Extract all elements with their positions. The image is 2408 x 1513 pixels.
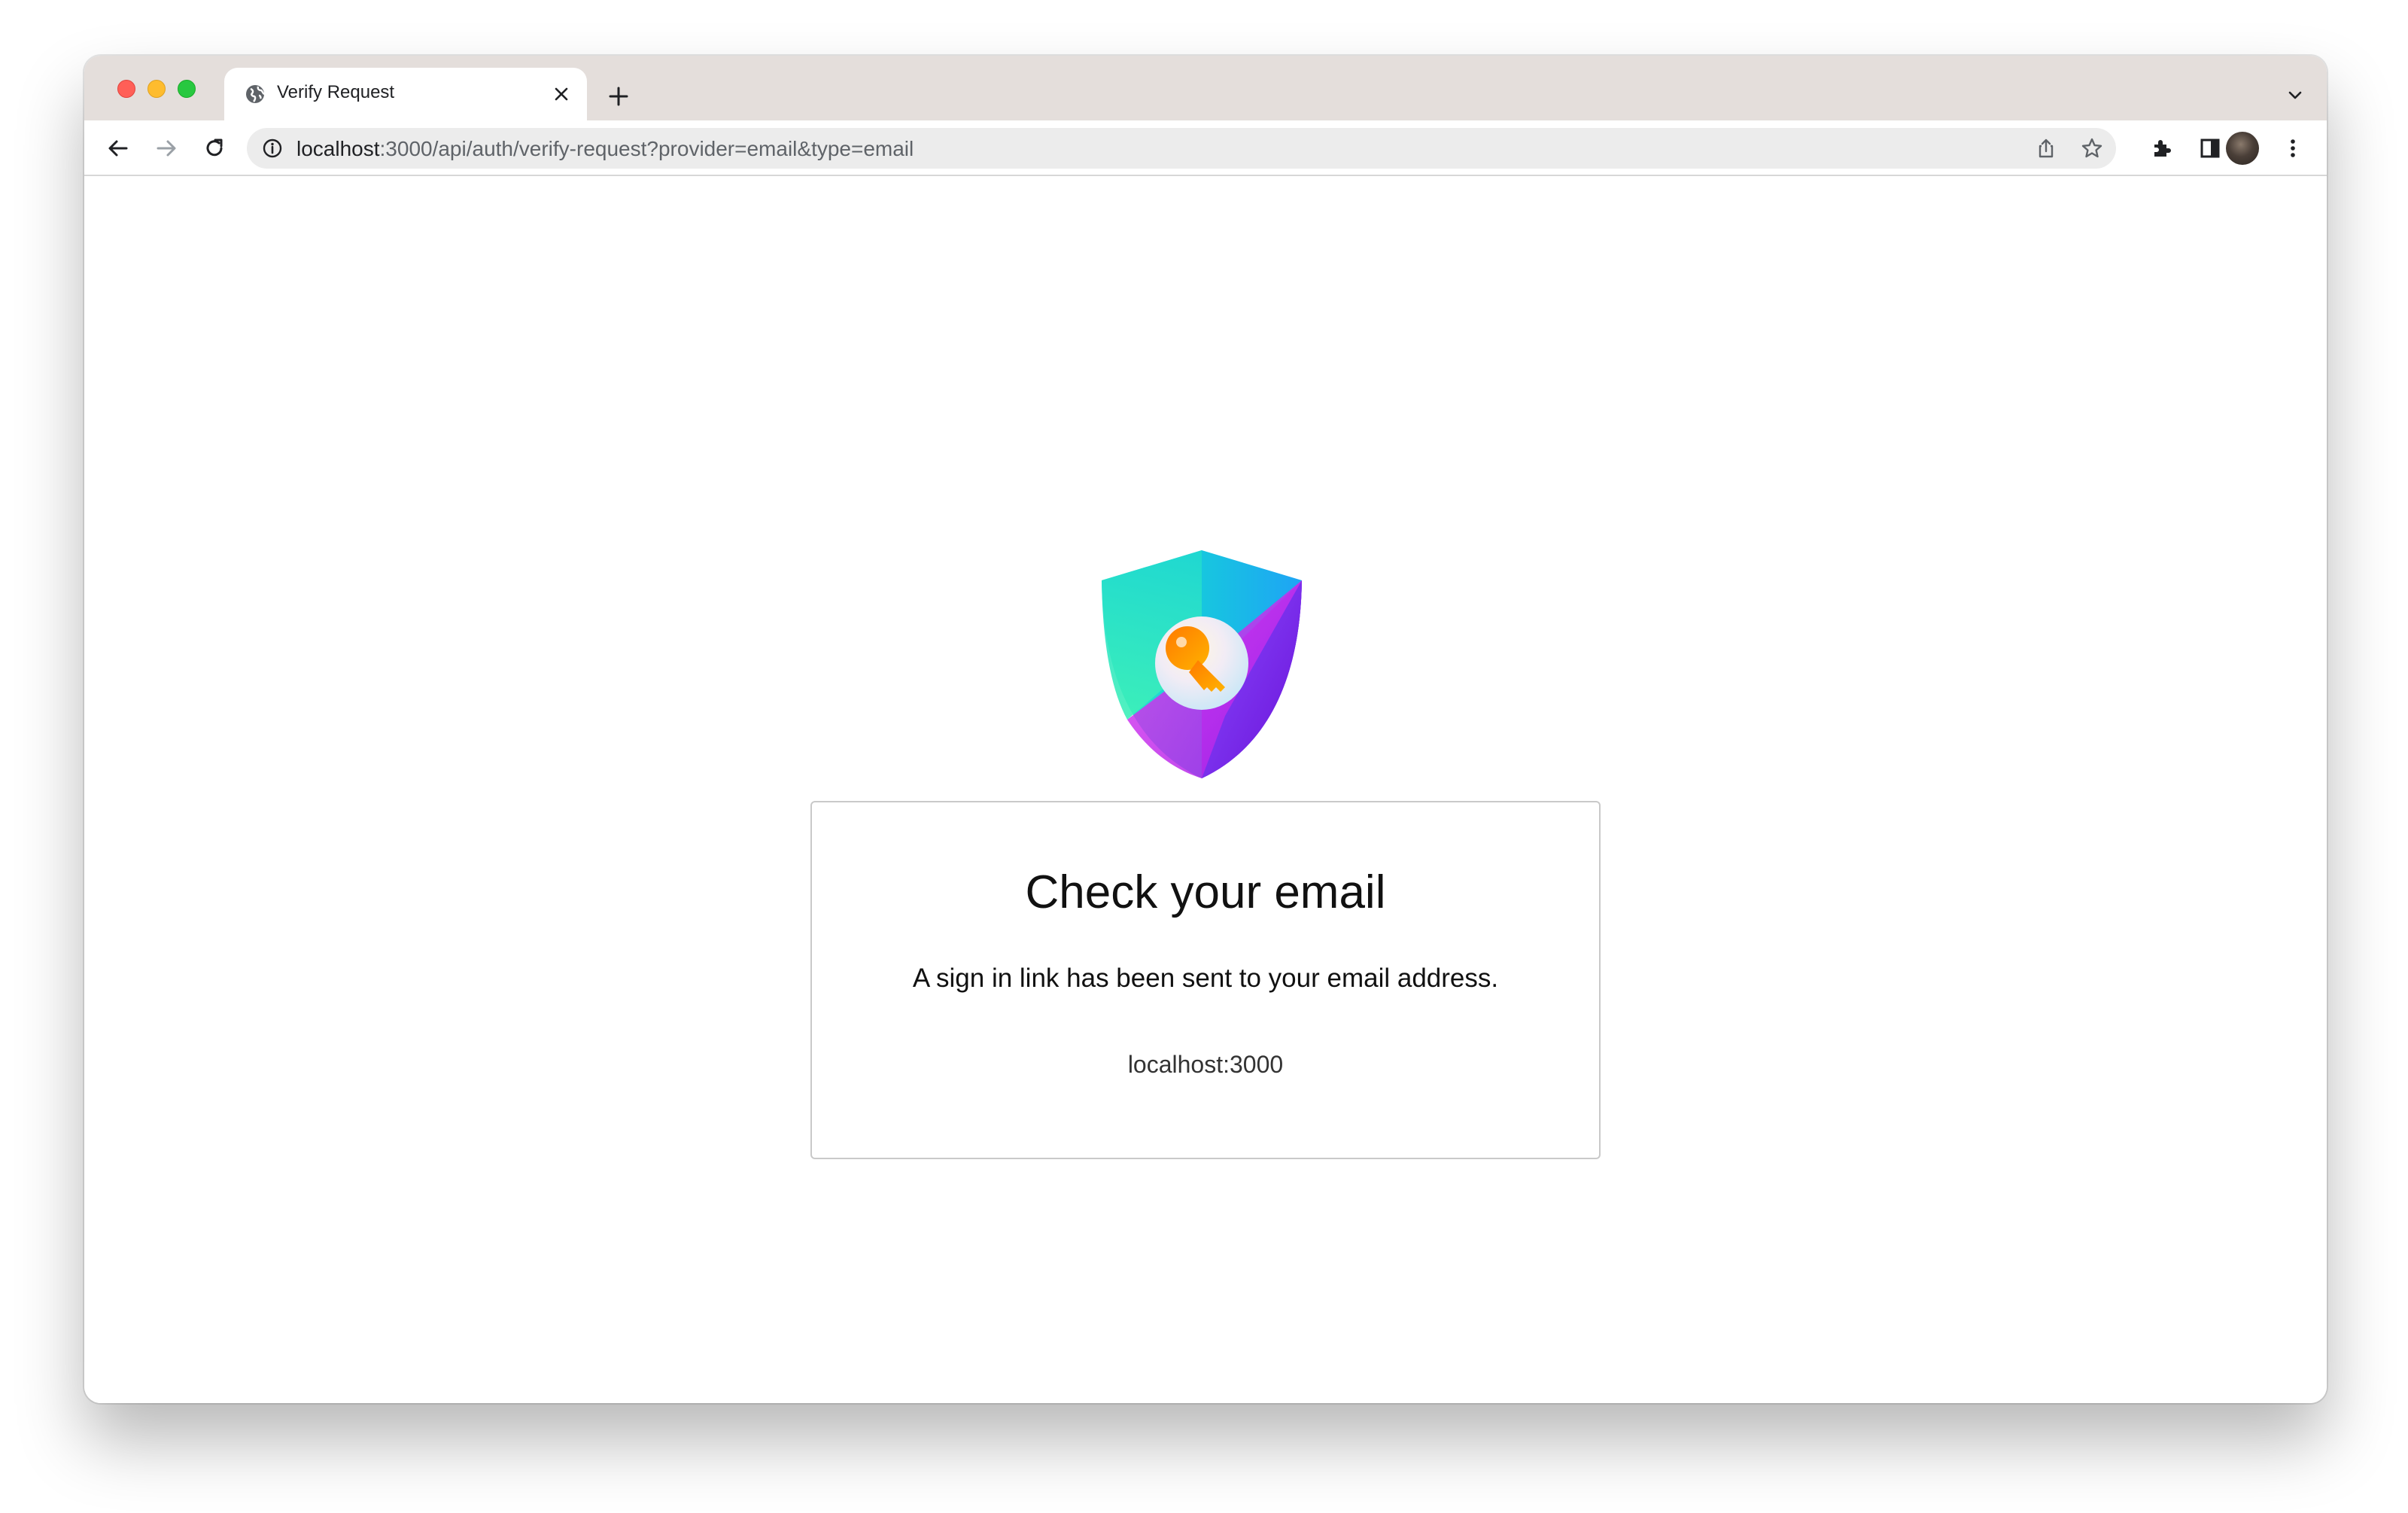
- zoom-window-button[interactable]: [178, 80, 196, 98]
- tab-title: Verify Request: [277, 82, 395, 102]
- close-icon[interactable]: [548, 81, 575, 108]
- verify-card: Check your email A sign in link has been…: [810, 801, 1601, 1159]
- card-host-link[interactable]: localhost:3000: [812, 1051, 1599, 1079]
- shield-key-icon: [1097, 550, 1306, 778]
- address-bar[interactable]: localhost:3000/api/auth/verify-request?p…: [247, 128, 2116, 169]
- reload-icon[interactable]: [197, 131, 232, 166]
- arrow-right-icon[interactable]: [149, 131, 184, 166]
- info-icon[interactable]: [262, 138, 283, 159]
- page-content: Check your email A sign in link has been…: [84, 176, 2327, 1403]
- side-panel-icon[interactable]: [2193, 131, 2227, 166]
- browser-toolbar: localhost:3000/api/auth/verify-request?p…: [84, 120, 2327, 176]
- url-text[interactable]: localhost:3000/api/auth/verify-request?p…: [296, 137, 914, 161]
- share-icon[interactable]: [2035, 137, 2057, 160]
- close-window-button[interactable]: [117, 80, 135, 98]
- chevron-down-icon[interactable]: [2280, 80, 2310, 110]
- arrow-left-icon[interactable]: [101, 131, 135, 166]
- card-message: A sign in link has been sent to your ema…: [912, 964, 1499, 993]
- star-icon[interactable]: [2080, 136, 2104, 160]
- globe-icon: [244, 83, 266, 105]
- plus-icon[interactable]: [602, 80, 635, 113]
- tab-strip: Verify Request: [84, 56, 2327, 120]
- profile-avatar[interactable]: [2226, 132, 2259, 165]
- minimize-window-button[interactable]: [147, 80, 166, 98]
- puzzle-icon[interactable]: [2145, 131, 2179, 166]
- browser-window: Verify Request localhost:3000/api/auth/v…: [84, 56, 2327, 1403]
- url-path: :3000/api/auth/verify-request?provider=e…: [379, 137, 914, 160]
- url-host: localhost: [296, 137, 380, 160]
- card-title: Check your email: [1025, 866, 1386, 918]
- kebab-menu-icon[interactable]: [2276, 131, 2310, 166]
- tab-verify-request[interactable]: Verify Request: [224, 68, 587, 120]
